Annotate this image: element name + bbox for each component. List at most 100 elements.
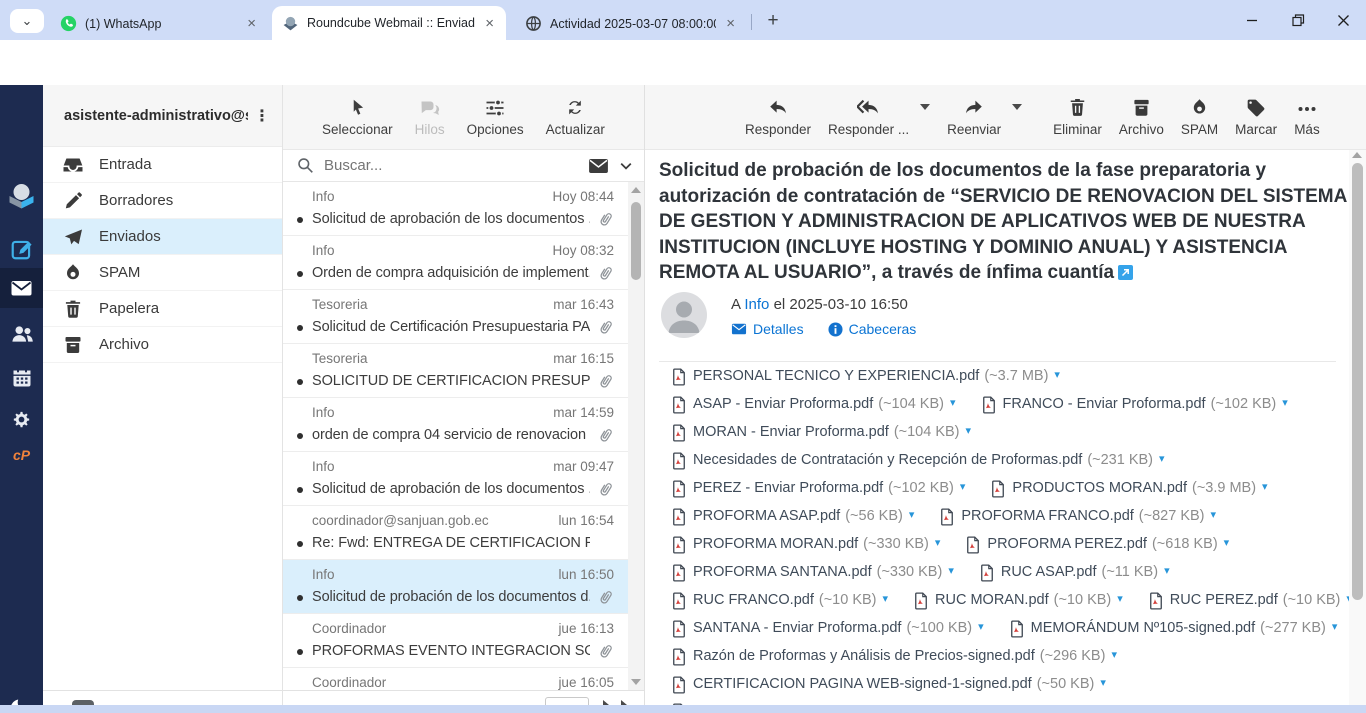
attachment-name[interactable]: RUC FRANCO.pdf bbox=[693, 591, 814, 610]
attachment-name[interactable]: PROFORMA PEREZ.pdf bbox=[987, 535, 1147, 554]
details-link[interactable]: Detalles bbox=[731, 321, 804, 337]
attachment-name[interactable]: MORAN - Enviar Proforma.pdf bbox=[693, 423, 889, 442]
attachment-name[interactable]: PROFORMA FRANCO.pdf bbox=[961, 507, 1133, 526]
attachment-name[interactable]: PERSONAL TECNICO Y EXPERIENCIA.pdf bbox=[693, 367, 979, 386]
window-close-button[interactable] bbox=[1320, 0, 1366, 40]
attachment-menu-caret[interactable]: ▾ bbox=[1332, 618, 1338, 637]
attachment[interactable]: CERTIFICACION PAGINA WEB-signed-1-signed… bbox=[672, 675, 1106, 694]
attachment-menu-caret[interactable]: ▾ bbox=[1111, 646, 1117, 665]
attachment-name[interactable]: Necesidades de Contratación y Recepción … bbox=[693, 451, 1082, 470]
attachment[interactable]: RUC MORAN.pdf (~10 KB) ▾ bbox=[914, 591, 1123, 610]
attachment-menu-caret[interactable]: ▾ bbox=[1262, 478, 1268, 497]
attachment-name[interactable]: CERTIFICACION PAGINA WEB-signed-1-signed… bbox=[693, 675, 1032, 694]
attachment-name[interactable]: ASAP - Enviar Proforma.pdf bbox=[693, 395, 873, 414]
calendar-icon[interactable] bbox=[0, 361, 43, 395]
attachment[interactable]: PERSONAL TECNICO Y EXPERIENCIA.pdf (~3.7… bbox=[672, 367, 1060, 386]
tab-actividad[interactable]: Actividad 2025-03-07 08:00:00 × bbox=[515, 7, 747, 40]
attachment[interactable]: Razón de Proformas y Análisis de Precios… bbox=[672, 647, 1117, 666]
archive-button[interactable]: Archivo bbox=[1119, 96, 1164, 137]
attachment-name[interactable]: Razón de Proformas y Análisis de Precios… bbox=[693, 647, 1035, 666]
sidebar-item-borradores[interactable]: Borradores bbox=[43, 183, 282, 219]
message-list-item[interactable]: Info Hoy 08:44 Solicitud de aprobación d… bbox=[283, 182, 628, 236]
tab-whatsapp[interactable]: (1) WhatsApp × bbox=[50, 7, 268, 40]
attachment-name[interactable]: PROFORMA MORAN.pdf bbox=[693, 535, 858, 554]
attachment[interactable]: Necesidades de Contratación y Recepción … bbox=[672, 451, 1165, 470]
sidebar-item-entrada[interactable]: Entrada bbox=[43, 147, 282, 183]
search-options-chevron-icon[interactable] bbox=[618, 158, 634, 174]
attachment[interactable]: RUC FRANCO.pdf (~10 KB) ▾ bbox=[672, 591, 888, 610]
message-list-item[interactable]: Info mar 09:47 Solicitud de aprobación d… bbox=[283, 452, 628, 506]
tab-close-icon[interactable]: × bbox=[724, 16, 737, 31]
attachment-menu-caret[interactable]: ▾ bbox=[909, 506, 915, 525]
attachment-menu-caret[interactable]: ▾ bbox=[1117, 590, 1123, 609]
attachment-name[interactable]: MEMORÁNDUM Nº105-signed.pdf bbox=[1031, 619, 1255, 638]
tab-search-button[interactable]: ⌄ bbox=[10, 9, 44, 33]
account-menu-icon[interactable]: ⋮ bbox=[254, 106, 270, 126]
select-button[interactable]: Seleccionar bbox=[322, 96, 393, 137]
forward-menu-caret[interactable] bbox=[1012, 104, 1022, 110]
more-button[interactable]: Más bbox=[1294, 96, 1320, 137]
window-minimize-button[interactable] bbox=[1229, 0, 1275, 40]
attachment[interactable]: RUC ASAP.pdf (~11 KB) ▾ bbox=[980, 563, 1170, 582]
options-button[interactable]: Opciones bbox=[467, 96, 524, 137]
attachment-name[interactable]: SANTANA - Enviar Proforma.pdf bbox=[693, 619, 901, 638]
cpanel-icon[interactable]: cP bbox=[0, 443, 43, 467]
attachment-menu-caret[interactable]: ▾ bbox=[1224, 534, 1230, 553]
sidebar-item-enviados[interactable]: Enviados bbox=[43, 219, 282, 255]
attachment-name[interactable]: PROFORMA ASAP.pdf bbox=[693, 507, 840, 526]
settings-gear-icon[interactable] bbox=[0, 403, 43, 437]
attachment[interactable]: PROFORMA ASAP.pdf (~56 KB) ▾ bbox=[672, 507, 914, 526]
tab-close-icon[interactable]: × bbox=[245, 16, 258, 31]
reader-scrollbar-thumb[interactable] bbox=[1352, 163, 1363, 600]
attachment[interactable]: RUC PEREZ.pdf (~10 KB) ▾ bbox=[1149, 591, 1352, 610]
reply-button[interactable]: Responder bbox=[745, 96, 811, 137]
attachment[interactable]: PROFORMA FRANCO.pdf (~827 KB) ▾ bbox=[940, 507, 1216, 526]
mail-nav-icon[interactable] bbox=[0, 268, 43, 308]
attachment[interactable]: SANTANA - Enviar Proforma.pdf (~100 KB) … bbox=[672, 619, 984, 638]
attachment-menu-caret[interactable]: ▾ bbox=[1100, 674, 1106, 693]
attachment[interactable]: MORAN - Enviar Proforma.pdf (~104 KB) ▾ bbox=[672, 423, 971, 442]
refresh-button[interactable]: Actualizar bbox=[546, 96, 605, 137]
attachment-menu-caret[interactable]: ▾ bbox=[1159, 450, 1165, 469]
mark-button[interactable]: Marcar bbox=[1235, 96, 1277, 137]
attachment-name[interactable]: PROFORMA SANTANA.pdf bbox=[693, 563, 872, 582]
attachment-menu-caret[interactable]: ▾ bbox=[966, 422, 972, 441]
reply-all-button[interactable]: Responder ... bbox=[828, 96, 909, 137]
attachment-menu-caret[interactable]: ▾ bbox=[960, 478, 966, 497]
message-list-item[interactable]: coordinador@sanjuan.gob.ec lun 16:54 Re:… bbox=[283, 506, 628, 560]
message-list-item[interactable]: Coordinador jue 16:13 PROFORMAS EVENTO I… bbox=[283, 614, 628, 668]
search-bar[interactable]: Buscar... bbox=[283, 150, 644, 182]
attachment-name[interactable]: RUC ASAP.pdf bbox=[1001, 563, 1097, 582]
sidebar-item-spam[interactable]: SPAM bbox=[43, 255, 282, 291]
message-list-item[interactable]: Tesoreria mar 16:43 Solicitud de Certifi… bbox=[283, 290, 628, 344]
contacts-icon[interactable] bbox=[0, 317, 43, 351]
tab-close-icon[interactable]: × bbox=[483, 16, 496, 31]
message-list-item[interactable]: Tesoreria mar 16:15 SOLICITUD DE CERTIFI… bbox=[283, 344, 628, 398]
attachment[interactable]: PRODUCTOS MORAN.pdf (~3.9 MB) ▾ bbox=[991, 479, 1267, 498]
attachment-menu-caret[interactable]: ▾ bbox=[1054, 367, 1060, 385]
list-scrollbar-thumb[interactable] bbox=[631, 202, 641, 280]
headers-link[interactable]: Cabeceras bbox=[828, 321, 917, 337]
search-input[interactable]: Buscar... bbox=[324, 157, 588, 174]
scroll-up-arrow[interactable] bbox=[1352, 152, 1362, 158]
scroll-up-arrow[interactable] bbox=[631, 187, 641, 193]
attachment-menu-caret[interactable]: ▾ bbox=[1282, 394, 1288, 413]
message-list-item[interactable]: Info mar 14:59 orden de compra 04 servic… bbox=[283, 398, 628, 452]
attachment-menu-caret[interactable]: ▾ bbox=[882, 590, 888, 609]
attachment-name[interactable]: RUC PEREZ.pdf bbox=[1170, 591, 1278, 610]
attachment-menu-caret[interactable]: ▾ bbox=[1211, 506, 1217, 525]
forward-button[interactable]: Reenviar bbox=[947, 96, 1001, 137]
attachment-name[interactable]: PRODUCTOS MORAN.pdf bbox=[1012, 479, 1187, 498]
delete-button[interactable]: Eliminar bbox=[1053, 96, 1102, 137]
attachment-name[interactable]: FRANCO - Enviar Proforma.pdf bbox=[1003, 395, 1206, 414]
spam-button[interactable]: SPAM bbox=[1181, 96, 1218, 137]
attachment-menu-caret[interactable]: ▾ bbox=[948, 562, 954, 581]
attachment[interactable]: PEREZ - Enviar Proforma.pdf (~102 KB) ▾ bbox=[672, 479, 965, 498]
threads-button[interactable]: Hilos bbox=[415, 96, 445, 137]
attachment-menu-caret[interactable]: ▾ bbox=[1164, 562, 1170, 581]
attachment[interactable]: MEMORÁNDUM Nº105-signed.pdf (~277 KB) ▾ bbox=[1010, 619, 1338, 638]
attachment-menu-caret[interactable]: ▾ bbox=[950, 394, 956, 413]
search-scope-mail-icon[interactable] bbox=[588, 158, 609, 174]
reply-all-menu-caret[interactable] bbox=[920, 104, 930, 110]
attachment[interactable]: FRANCO - Enviar Proforma.pdf (~102 KB) ▾ bbox=[982, 395, 1288, 414]
